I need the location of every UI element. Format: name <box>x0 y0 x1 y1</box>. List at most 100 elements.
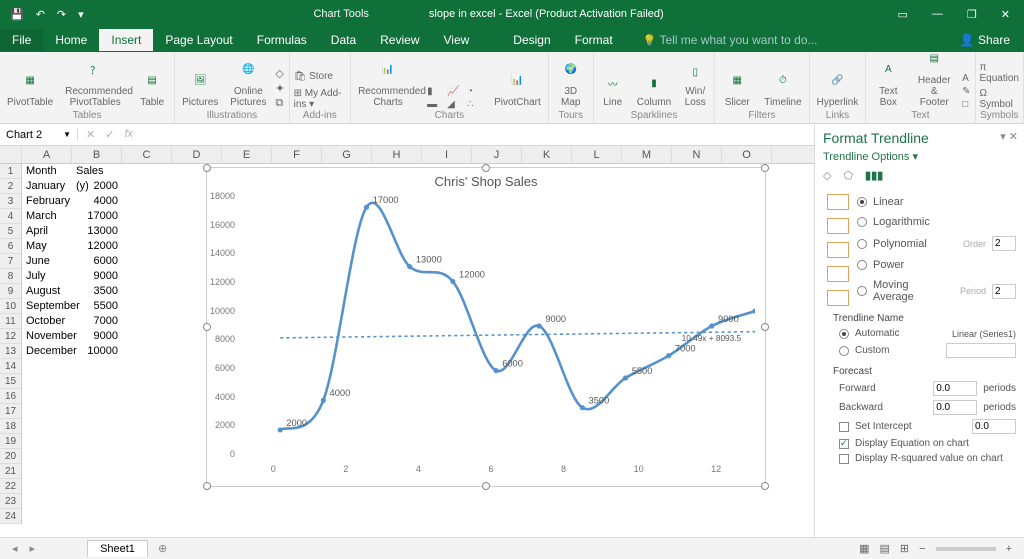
tab-chart-format[interactable]: Format <box>563 29 625 51</box>
sheet-tab[interactable]: Sheet1 <box>87 540 148 557</box>
symbol-button[interactable]: Ω Symbol <box>980 88 1019 110</box>
chart-handle[interactable] <box>761 482 769 490</box>
chevron-down-icon[interactable]: ▼ <box>63 130 71 139</box>
pane-subtitle[interactable]: Trendline Options ▾ <box>823 150 1016 163</box>
column-header[interactable]: H <box>372 146 422 163</box>
name-box[interactable]: Chart 2▼ <box>0 129 78 141</box>
order-input[interactable] <box>992 236 1016 251</box>
maximize-icon[interactable]: ❐ <box>967 8 977 21</box>
row-header[interactable]: 14 <box>0 359 21 374</box>
column-header[interactable]: A <box>22 146 72 163</box>
column-header[interactable]: N <box>672 146 722 163</box>
cell[interactable]: January <box>22 179 72 194</box>
pane-close-icon[interactable]: ▾ ✕ <box>1000 130 1018 143</box>
cell[interactable]: 9000 <box>72 269 122 284</box>
chart-handle[interactable] <box>203 482 211 490</box>
chart-type-area-icon[interactable]: ◢ <box>447 99 465 110</box>
cell[interactable]: October <box>22 314 72 329</box>
chart-type-bar-icon[interactable]: ▬ <box>427 99 445 110</box>
cell[interactable]: June <box>22 254 72 269</box>
store-button[interactable]: 🛍 Store <box>294 71 333 82</box>
pivottable-button[interactable]: ▦PivotTable <box>4 63 56 110</box>
header-footer-button[interactable]: ▤Header & Footer <box>912 41 956 110</box>
column-header[interactable]: E <box>222 146 272 163</box>
close-icon[interactable]: ✕ <box>1001 8 1010 21</box>
radio-custom-name[interactable] <box>839 346 849 356</box>
row-header[interactable]: 21 <box>0 464 21 479</box>
cell[interactable]: Sales (y) <box>72 164 122 179</box>
my-addins-button[interactable]: ⊞ My Add-ins ▾ <box>294 88 346 110</box>
tab-insert[interactable]: Insert <box>99 29 153 51</box>
column-header[interactable]: L <box>572 146 622 163</box>
cell[interactable]: April <box>22 224 72 239</box>
radio-power[interactable] <box>857 260 867 270</box>
column-header[interactable]: G <box>322 146 372 163</box>
3d-map-button[interactable]: 🌍3D Map <box>553 52 589 110</box>
row-header[interactable]: 9 <box>0 284 21 299</box>
chart-type-pie-icon[interactable]: ◔ <box>467 86 485 97</box>
row-header[interactable]: 23 <box>0 494 21 509</box>
view-pagebreak-icon[interactable]: ⊞ <box>900 542 909 555</box>
row-header[interactable]: 11 <box>0 314 21 329</box>
chart-type-scatter-icon[interactable]: ∴ <box>467 99 485 110</box>
ribbon-display-icon[interactable]: ▭ <box>898 8 908 21</box>
row-header[interactable]: 20 <box>0 449 21 464</box>
cell[interactable]: July <box>22 269 72 284</box>
chk-display-equation[interactable] <box>839 439 849 449</box>
radio-auto-name[interactable] <box>839 329 849 339</box>
row-header[interactable]: 10 <box>0 299 21 314</box>
zoom-out-icon[interactable]: − <box>919 543 925 555</box>
undo-icon[interactable]: ↶ <box>36 8 45 21</box>
column-header[interactable]: F <box>272 146 322 163</box>
row-header[interactable]: 7 <box>0 254 21 269</box>
chart-object[interactable]: Chris' Shop Sales 1800016000140001200010… <box>206 167 766 487</box>
shapes-icon[interactable]: ◇ <box>275 67 284 80</box>
tab-formulas[interactable]: Formulas <box>245 29 319 51</box>
timeline-button[interactable]: ⏱Timeline <box>761 63 804 110</box>
backward-input[interactable] <box>933 400 977 415</box>
row-header[interactable]: 17 <box>0 404 21 419</box>
slicer-button[interactable]: ▦Slicer <box>719 63 755 110</box>
minimize-icon[interactable]: — <box>932 8 943 21</box>
forward-input[interactable] <box>933 381 977 396</box>
custom-name-input[interactable] <box>946 343 1016 358</box>
chart-plot-area[interactable]: 2000400017000130001200060009000350055007… <box>237 191 755 461</box>
chart-handle[interactable] <box>482 482 490 490</box>
column-header[interactable]: O <box>722 146 772 163</box>
pivotchart-button[interactable]: 📊PivotChart <box>491 63 544 110</box>
sheet-nav-prev-icon[interactable]: ◂ <box>0 542 30 555</box>
intercept-input[interactable] <box>972 419 1016 434</box>
cell[interactable]: 9000 <box>72 329 122 344</box>
cancel-formula-icon[interactable]: ✕ <box>86 128 95 141</box>
signature-icon[interactable]: ✎ <box>962 86 970 97</box>
cell[interactable]: 12000 <box>72 239 122 254</box>
row-header[interactable]: 3 <box>0 194 21 209</box>
column-header[interactable]: M <box>622 146 672 163</box>
share-button[interactable]: 👤 Share <box>946 33 1024 47</box>
row-header[interactable]: 13 <box>0 344 21 359</box>
new-sheet-icon[interactable]: ⊕ <box>148 542 177 555</box>
cell[interactable]: February <box>22 194 72 209</box>
row-header[interactable]: 12 <box>0 329 21 344</box>
redo-icon[interactable]: ↷ <box>57 8 66 21</box>
chart-handle[interactable] <box>482 164 490 172</box>
chk-set-intercept[interactable] <box>839 422 849 432</box>
tab-page-layout[interactable]: Page Layout <box>153 29 244 51</box>
sparkline-line-button[interactable]: 〰Line <box>598 69 628 110</box>
row-header[interactable]: 1 <box>0 164 21 179</box>
column-header[interactable]: C <box>122 146 172 163</box>
row-header[interactable]: 4 <box>0 209 21 224</box>
column-header[interactable]: K <box>522 146 572 163</box>
fill-tab-icon[interactable]: ◇ <box>823 169 831 182</box>
cell[interactable]: 10000 <box>72 344 122 359</box>
chart-handle[interactable] <box>761 164 769 172</box>
radio-polynomial[interactable] <box>857 239 867 249</box>
fx-icon[interactable]: fx <box>124 128 133 141</box>
pictures-button[interactable]: 🖼Pictures <box>179 63 221 110</box>
recommended-charts-button[interactable]: 📊Recommended Charts <box>355 52 421 110</box>
cell[interactable]: 3500 <box>72 284 122 299</box>
row-header[interactable]: 24 <box>0 509 21 524</box>
tab-data[interactable]: Data <box>319 29 368 51</box>
row-header[interactable]: 8 <box>0 269 21 284</box>
cell[interactable]: November <box>22 329 72 344</box>
